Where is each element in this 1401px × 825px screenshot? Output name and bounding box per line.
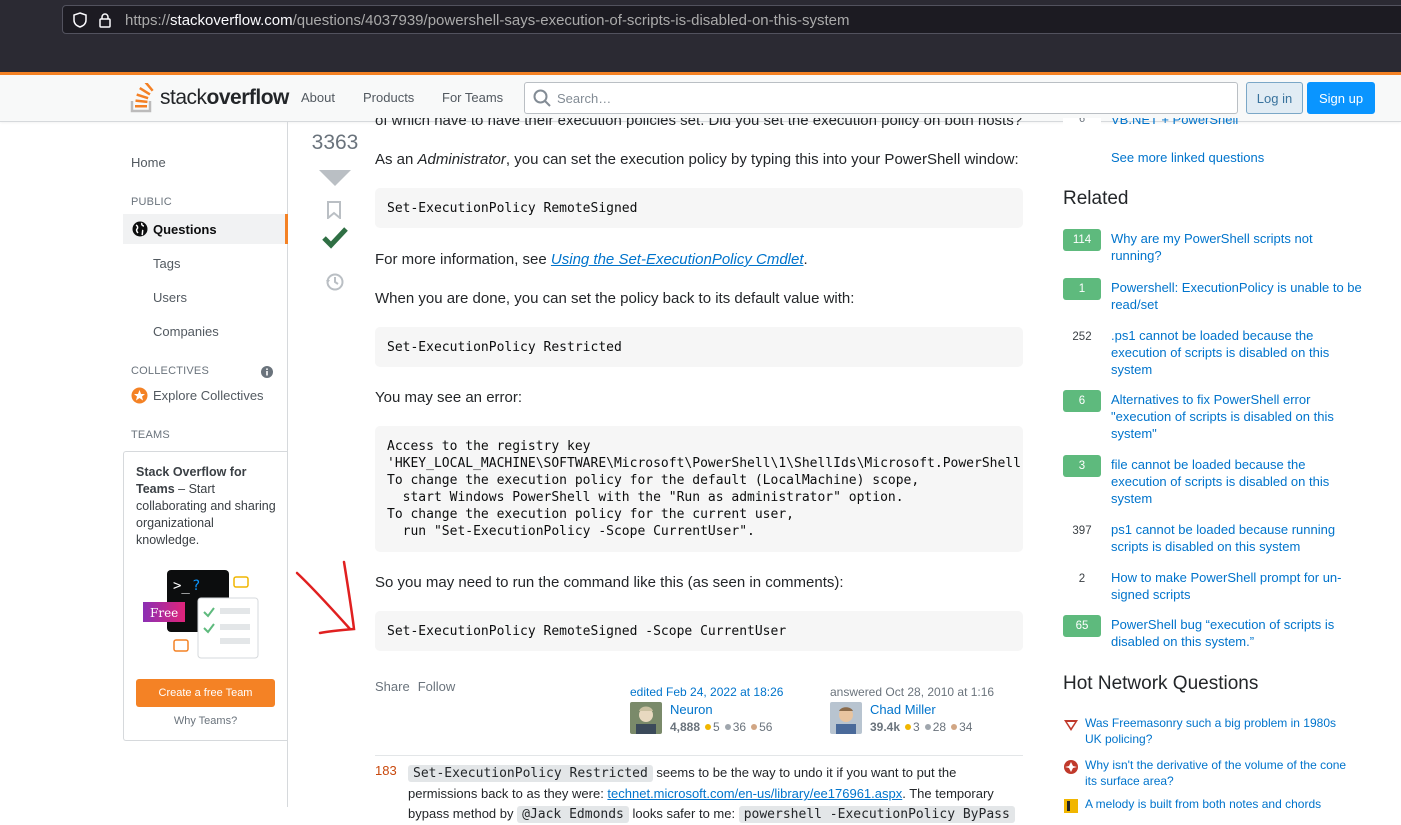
post-menu: Share Follow <box>375 679 463 694</box>
share-link[interactable]: Share <box>375 679 410 694</box>
music-se-icon <box>1064 799 1078 813</box>
nav-companies[interactable]: Companies <box>153 324 219 339</box>
set-executionpolicy-link[interactable]: Using the Set-ExecutionPolicy Cmdlet <box>551 251 804 268</box>
info-icon[interactable] <box>261 366 273 378</box>
math-se-icon <box>1064 760 1078 774</box>
related-question-link[interactable]: Why are my PowerShell scripts not runnin… <box>1111 230 1363 264</box>
nav-questions[interactable]: Questions <box>123 214 288 244</box>
answer-paragraph-4: You may see an error: <box>375 389 523 406</box>
tracking-shield-icon[interactable] <box>73 12 87 28</box>
lock-icon[interactable] <box>98 12 112 28</box>
teams-illustration-icon: >_ ? Free <box>143 570 259 659</box>
see-more-linked-link[interactable]: See more linked questions <box>1111 150 1264 165</box>
search-box[interactable] <box>524 82 1238 114</box>
code-block-3[interactable]: Set-ExecutionPolicy RemoteSigned -Scope … <box>375 611 1023 651</box>
search-input[interactable] <box>557 88 1217 108</box>
history-icon[interactable] <box>325 272 345 292</box>
collectives-heading: COLLECTIVES <box>131 365 210 377</box>
related-heading: Related <box>1063 188 1129 209</box>
nav-users[interactable]: Users <box>153 290 187 305</box>
author-reputation: 39.4k 3 28 34 <box>870 720 973 734</box>
follow-link[interactable]: Follow <box>418 679 456 694</box>
history-se-icon <box>1064 720 1078 731</box>
nav-products[interactable]: Products <box>363 90 414 105</box>
svg-text:?: ? <box>192 578 200 594</box>
technet-link[interactable]: technet.microsoft.com/en-us/library/ee17… <box>607 786 902 801</box>
related-answer-count: 2 <box>1078 573 1086 585</box>
globe-icon <box>132 221 148 237</box>
code-block-1[interactable]: Set-ExecutionPolicy RemoteSigned <box>375 188 1023 228</box>
teams-heading: TEAMS <box>131 429 170 441</box>
left-sidebar: Home PUBLIC Questions Tags Users Compani… <box>123 122 288 807</box>
author-name[interactable]: Chad Miller <box>870 702 936 717</box>
login-button[interactable]: Log in <box>1246 82 1303 114</box>
answer-paragraph-5: So you may need to run the command like … <box>375 574 844 591</box>
answer-paragraph-1: As an Administrator, you can set the exe… <box>375 151 1019 168</box>
related-question-link[interactable]: .ps1 cannot be loaded because the execut… <box>1111 327 1363 378</box>
related-question-link[interactable]: Alternatives to fix PowerShell error "ex… <box>1111 391 1363 442</box>
stackoverflow-logo[interactable]: stackoverflow <box>130 81 289 115</box>
related-question-link[interactable]: How to make PowerShell prompt for un-sig… <box>1111 569 1363 603</box>
url-text[interactable]: https://stackoverflow.com/questions/4037… <box>125 12 850 29</box>
search-icon <box>533 89 551 107</box>
avatar[interactable] <box>630 702 662 734</box>
explore-collectives-label: Explore Collectives <box>153 388 264 403</box>
signup-button[interactable]: Sign up <box>1307 82 1375 114</box>
teams-promo: Stack Overflow for Teams – Start collabo… <box>123 451 288 741</box>
red-annotation-arrow-icon <box>295 560 356 635</box>
answered-timestamp[interactable]: answered Oct 28, 2010 at 1:16 <box>830 685 994 699</box>
code-block-error[interactable]: Access to the registry key 'HKEY_LOCAL_M… <box>375 426 1023 552</box>
editor-signature: edited Feb 24, 2022 at 18:26 Neuron 4,88… <box>630 683 820 743</box>
hot-question-link[interactable]: A melody is built from both notes and ch… <box>1085 796 1355 812</box>
hot-question-link[interactable]: Was Freemasonry such a big problem in 19… <box>1085 715 1355 747</box>
nav-tags[interactable]: Tags <box>153 256 180 271</box>
stack-logo-icon <box>130 83 154 113</box>
related-answer-count: 252 <box>1072 331 1092 343</box>
related-answer-count: 1 <box>1063 278 1101 300</box>
answer-paragraph-3: When you are done, you can set the polic… <box>375 290 855 307</box>
svg-text:>_: >_ <box>173 578 190 594</box>
related-answer-count: 6 <box>1063 390 1101 412</box>
related-answer-count: 114 <box>1063 229 1101 251</box>
hot-network-heading: Hot Network Questions <box>1063 673 1259 694</box>
related-question-link[interactable]: ps1 cannot be loaded because running scr… <box>1111 521 1363 555</box>
nav-home[interactable]: Home <box>131 155 166 170</box>
comment-score: 183 <box>375 763 397 778</box>
nav-for-teams[interactable]: For Teams <box>442 90 503 105</box>
related-question-link[interactable]: PowerShell bug “execution of scripts is … <box>1111 616 1363 650</box>
nav-questions-label: Questions <box>153 222 217 237</box>
free-badge: Free <box>150 606 178 620</box>
address-bar[interactable]: https://stackoverflow.com/questions/4037… <box>62 5 1401 34</box>
related-question-link[interactable]: Powershell: ExecutionPolicy is unable to… <box>1111 279 1363 313</box>
why-teams-link[interactable]: Why Teams? <box>124 715 287 727</box>
author-signature: answered Oct 28, 2010 at 1:16 Chad Mille… <box>830 683 1020 743</box>
nav-about[interactable]: About <box>301 90 335 105</box>
site-header: stackoverflow About Products For Teams L… <box>0 75 1401 122</box>
downvote-arrow-icon[interactable] <box>319 170 351 186</box>
teams-promo-text: Stack Overflow for Teams – Start collabo… <box>136 465 276 547</box>
logo-wordmark: stackoverflow <box>160 86 289 109</box>
bookmark-icon[interactable] <box>327 201 341 219</box>
related-answer-count: 397 <box>1072 525 1092 537</box>
related-question-link[interactable]: file cannot be loaded because the execut… <box>1111 456 1363 507</box>
comments-divider <box>375 755 1023 756</box>
editor-name[interactable]: Neuron <box>670 702 713 717</box>
vote-count: 3363 <box>311 131 359 154</box>
hot-question-link[interactable]: Why isn't the derivative of the volume o… <box>1085 757 1355 789</box>
edited-timestamp[interactable]: edited Feb 24, 2022 at 18:26 <box>630 685 783 699</box>
nav-explore-collectives[interactable]: Explore Collectives <box>131 387 264 404</box>
browser-toolbar: https://stackoverflow.com/questions/4037… <box>0 0 1401 72</box>
accepted-check-icon <box>322 227 348 249</box>
create-team-button[interactable]: Create a free Team <box>136 679 275 707</box>
avatar[interactable] <box>830 702 862 734</box>
related-answer-count: 65 <box>1063 615 1101 637</box>
related-answer-count: 3 <box>1063 455 1101 477</box>
public-heading: PUBLIC <box>131 196 172 208</box>
comment-text: Set-ExecutionPolicy Restricted seems to … <box>408 763 1023 825</box>
answer-paragraph-2: For more information, see Using the Set-… <box>375 251 808 268</box>
editor-reputation: 4,888 5 36 56 <box>670 720 773 734</box>
collectives-icon <box>131 387 148 404</box>
code-block-2[interactable]: Set-ExecutionPolicy Restricted <box>375 327 1023 367</box>
